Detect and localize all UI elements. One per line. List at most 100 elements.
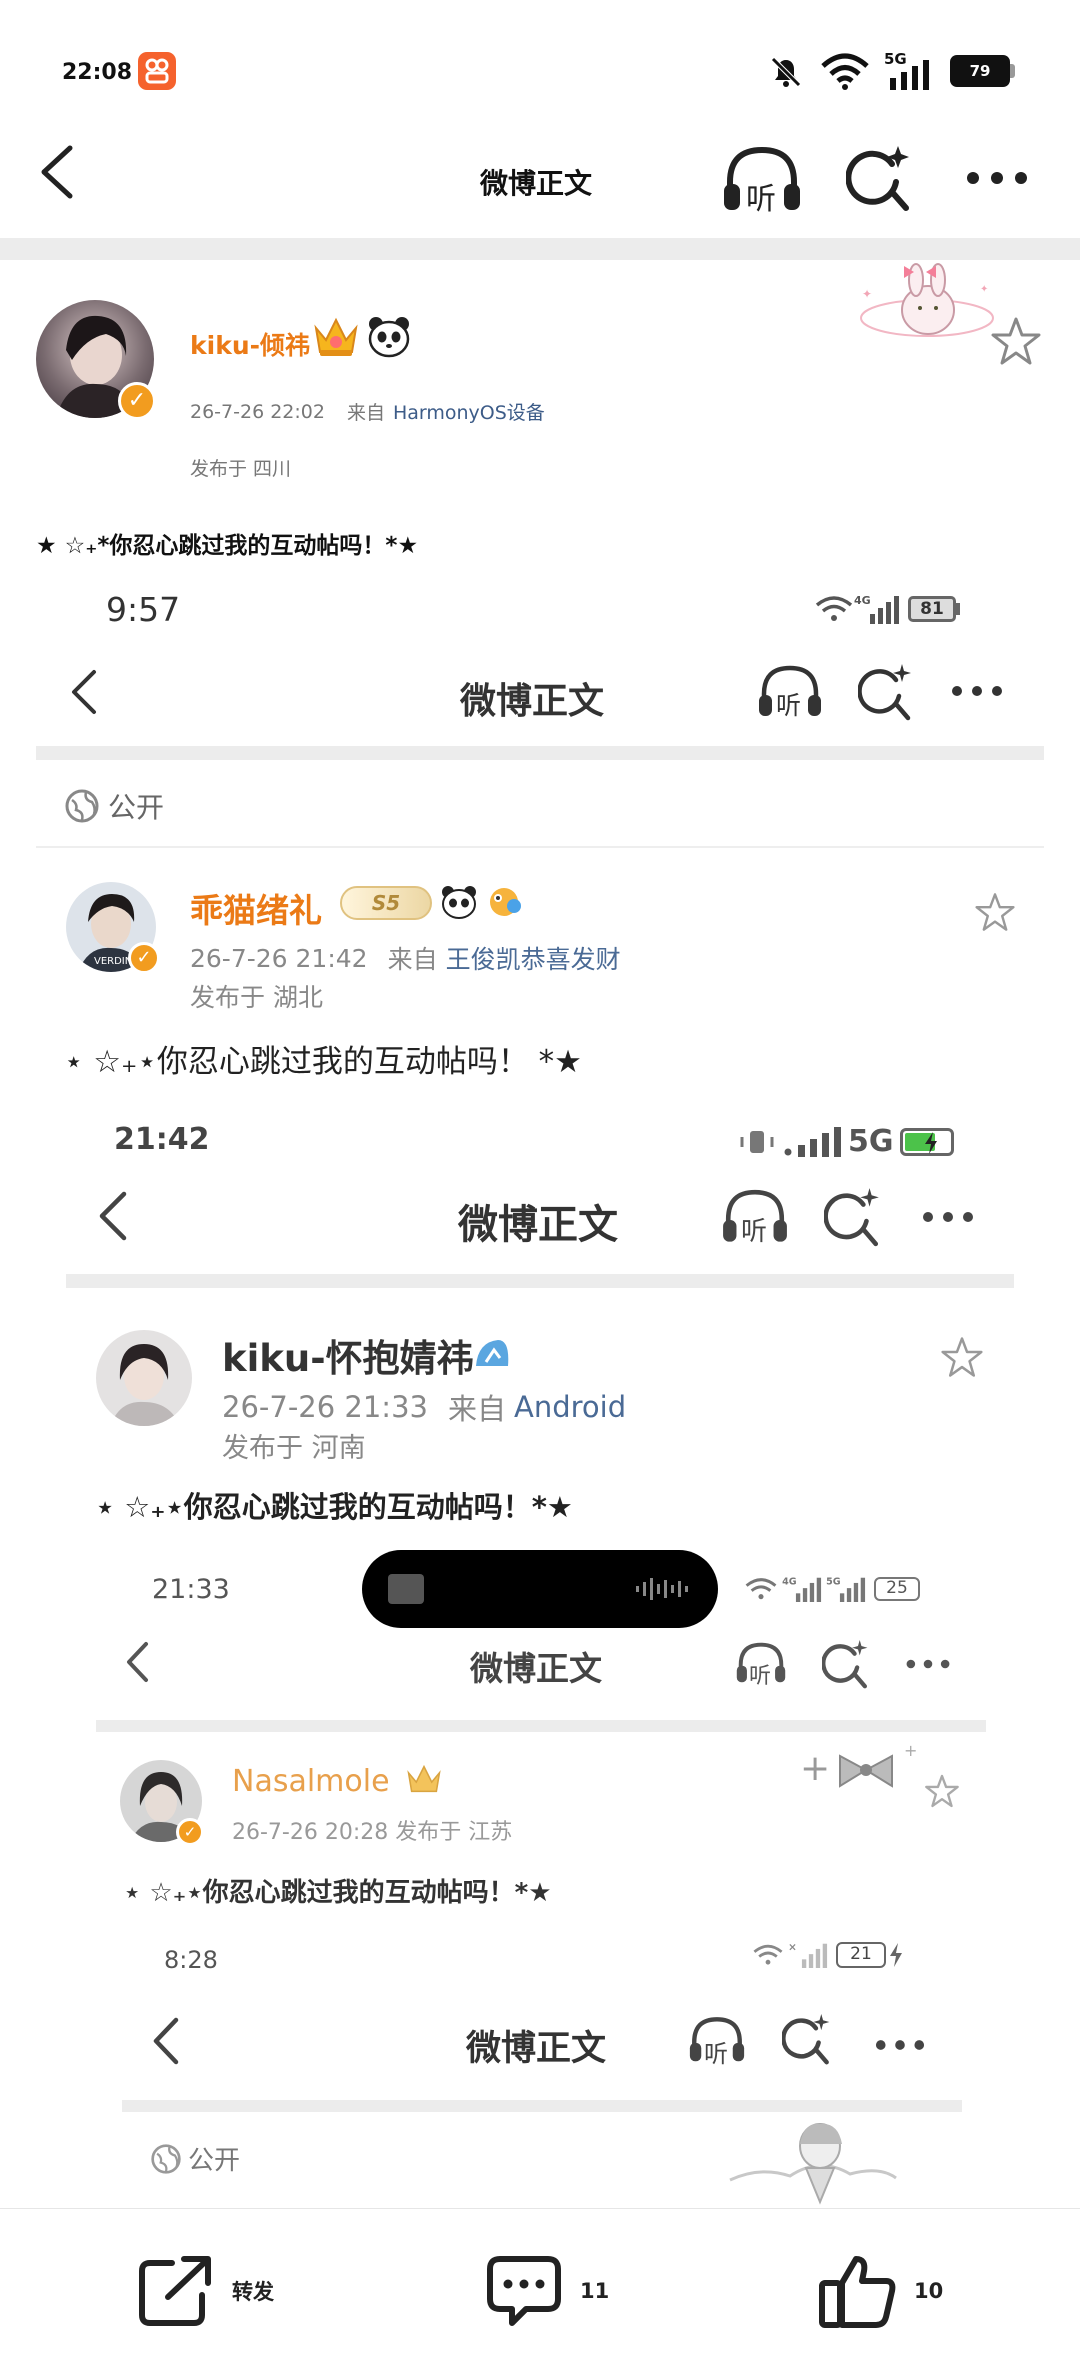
shot2-time: 21:42 xyxy=(114,1122,210,1157)
crown-badge-icon xyxy=(312,314,360,358)
shot3-meta: 26-7-26 20:28 发布于 江苏 xyxy=(232,1820,513,1845)
shot2-divider xyxy=(66,1274,1014,1288)
shot2-search-icon xyxy=(824,1186,882,1248)
shot2-location: 发布于 河南 xyxy=(222,1433,366,1464)
status-time: 22:08 xyxy=(62,60,133,85)
svg-text:+: + xyxy=(904,1741,917,1760)
page-title: 微博正文 xyxy=(480,167,593,200)
shot1-cat-badge-icon xyxy=(484,884,522,920)
shot2-avatar xyxy=(96,1330,192,1426)
shot1-more-icon xyxy=(950,684,1004,698)
comment-button[interactable]: 11 xyxy=(484,2253,609,2329)
shot4-listen-icon: 听 xyxy=(686,2014,748,2070)
listen-label: 听 xyxy=(746,182,776,217)
shot1-time: 9:57 xyxy=(106,590,181,629)
more-button[interactable] xyxy=(964,168,1030,188)
shot2-title: 微博正文 xyxy=(458,1202,618,1248)
shot4-status-icons: × 21 xyxy=(752,1942,904,1968)
shot1-post-text: ⋆ ☆₊⋆你忍心跳过我的互动帖吗！ *★ xyxy=(64,1044,582,1080)
shot3-title: 微博正文 xyxy=(470,1649,602,1688)
shot4-back-button xyxy=(150,2016,182,2066)
battery-icon: 79 xyxy=(950,55,1016,87)
top-nav: 微博正文 听 xyxy=(0,120,1080,238)
shot4-divider xyxy=(122,2100,962,2112)
post-image[interactable]: 9:57 4G 81 微博正文 听 公开 VERDIN ✓ 乖猫绪礼 S5 26… xyxy=(0,570,1080,2208)
svg-text:VERDIN: VERDIN xyxy=(94,956,132,967)
shot1-location: 发布于 湖北 xyxy=(190,983,323,1012)
panda-badge-icon xyxy=(366,314,412,358)
favorite-star-button[interactable] xyxy=(990,316,1042,366)
shot2-more-icon xyxy=(920,1210,976,1224)
shot1-status-icons: 4G 81 xyxy=(814,594,960,624)
shot1-listen-icon: 听 xyxy=(756,662,824,726)
svg-text:+: + xyxy=(800,1748,830,1789)
post-timestamp: 26-7-26 22:02 xyxy=(190,400,325,423)
listen-button[interactable]: 听 xyxy=(720,142,804,222)
svg-text:4G: 4G xyxy=(782,1577,797,1588)
wifi-icon xyxy=(820,52,870,90)
shot1-verified-icon: ✓ xyxy=(128,942,160,974)
shot3-more-icon xyxy=(904,1658,952,1670)
shot1-back-button xyxy=(68,668,100,716)
like-button[interactable]: 10 xyxy=(818,2253,943,2329)
shot1-star-icon xyxy=(974,892,1016,932)
shot4-title: 微博正文 xyxy=(466,2029,607,2069)
shot2-back-button xyxy=(96,1190,130,1242)
shot2-listen-icon: 听 xyxy=(720,1186,790,1252)
shot1-search-icon xyxy=(858,662,914,722)
comment-icon xyxy=(487,2256,561,2326)
shot3-listen-icon: 听 xyxy=(732,1640,790,1690)
shot1-panda-icon xyxy=(440,884,478,920)
back-button[interactable] xyxy=(36,142,80,202)
svg-text:✦: ✦ xyxy=(980,284,988,295)
shot3-star-icon xyxy=(924,1774,960,1808)
shot3-search-icon xyxy=(822,1638,870,1690)
svg-text:×: × xyxy=(788,1942,797,1954)
shot2-meta: 26-7-26 21:33 来自 Android xyxy=(222,1390,627,1426)
shot2-star-icon xyxy=(940,1336,984,1378)
nav-divider xyxy=(0,238,1080,260)
bottom-action-bar: 转发 11 10 xyxy=(0,2208,1080,2372)
svg-text:5G: 5G xyxy=(826,1577,841,1588)
post-location: 发布于 四川 xyxy=(190,458,292,480)
app-notification-icon xyxy=(138,52,176,90)
shot1-divider-2 xyxy=(36,846,1044,848)
shot1-meta: 26-7-26 21:42 来自 王俊凯恭喜发财 xyxy=(190,943,621,975)
shot4-more-icon xyxy=(874,2038,926,2052)
shot4-character-decoration xyxy=(720,2116,900,2206)
shot3-post-text: ⋆ ☆₊⋆你忍心跳过我的互动帖吗！*★ xyxy=(124,1878,552,1908)
post-source-link[interactable]: HarmonyOS设备 xyxy=(393,398,545,425)
shot3-verified-icon: ✓ xyxy=(176,1818,204,1846)
shot1-title: 微博正文 xyxy=(460,681,605,722)
shot4-visibility: 公开 xyxy=(150,2140,240,2177)
post-text: ★ ☆₊*你忍心跳过我的互动帖吗！*★ xyxy=(36,533,419,559)
search-sparkle-button[interactable] xyxy=(846,142,912,214)
bunny-sticker-decoration: ✦ ✦ xyxy=(852,262,1002,352)
shot3-divider xyxy=(96,1720,986,1732)
shot3-crown-icon xyxy=(404,1762,444,1796)
shot1-divider xyxy=(36,746,1044,760)
shot2-post-text: ⋆ ☆₊⋆你忍心跳过我的互动帖吗！*★ xyxy=(96,1490,573,1524)
shot3-dynamic-island xyxy=(362,1550,718,1628)
mute-icon xyxy=(768,54,804,90)
svg-text:4G: 4G xyxy=(854,594,871,607)
repost-icon xyxy=(139,2256,211,2326)
verified-badge-icon: ✓ xyxy=(118,382,156,420)
shot3-back-button xyxy=(124,1640,152,1684)
repost-button[interactable]: 转发 xyxy=(136,2253,274,2329)
shot3-status-icons: 4G 5G 25 xyxy=(744,1576,920,1602)
like-thumb-icon xyxy=(819,2256,896,2328)
shot3-time: 21:33 xyxy=(152,1574,230,1605)
shot3-bow-decoration: + + xyxy=(800,1734,930,1804)
shot1-username: 乖猫绪礼 xyxy=(190,891,322,930)
author-name[interactable]: kiku-倾祎 xyxy=(190,326,310,362)
shot2-status-icons: 5G xyxy=(738,1124,954,1159)
shot1-level-badge: S5 xyxy=(340,886,432,920)
like-count: 10 xyxy=(914,2279,944,2303)
shot4-search-icon xyxy=(782,2012,832,2066)
signal-5g-icon: 5G xyxy=(882,50,936,90)
post-meta: 26-7-26 22:02 来自 HarmonyOS设备 xyxy=(190,398,545,425)
source-prefix: 来自 xyxy=(346,402,385,424)
shot4-time: 8:28 xyxy=(164,1946,218,1974)
shot1-visibility: 公开 xyxy=(64,786,164,826)
